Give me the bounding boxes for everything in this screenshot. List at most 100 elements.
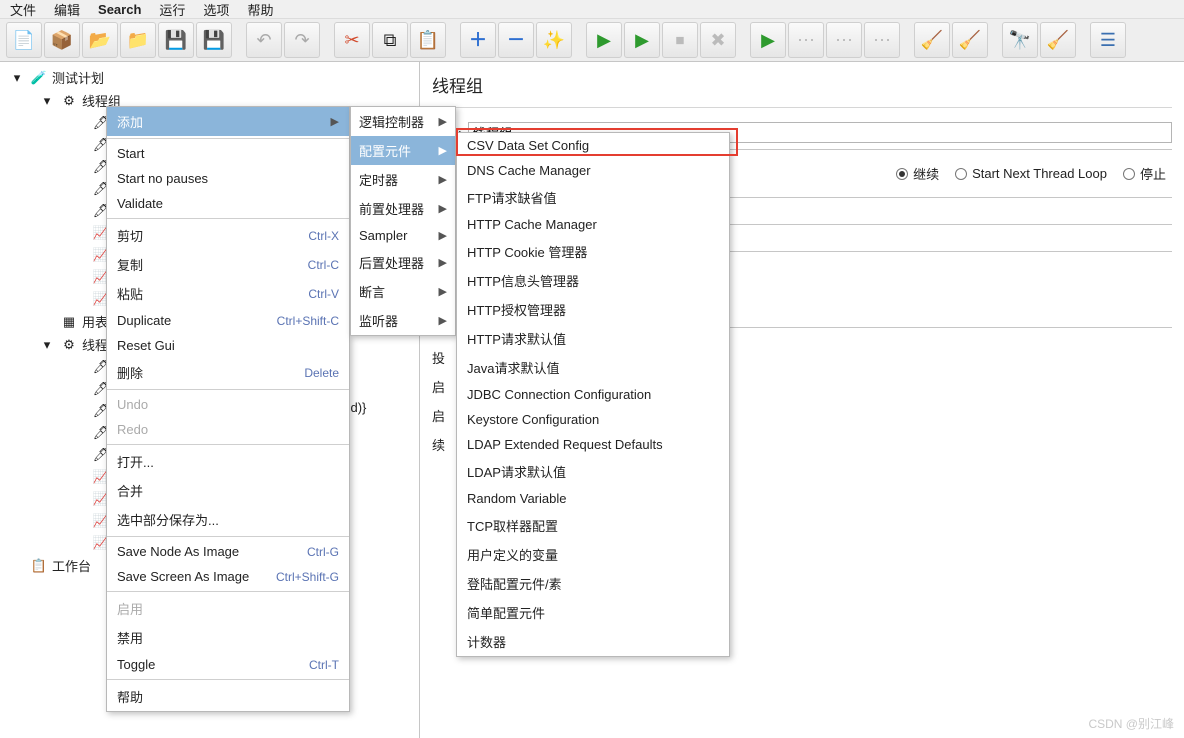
save-as-button[interactable]: 💾 [196, 22, 232, 58]
gear-icon: ⚙ [60, 336, 78, 354]
sub2-item[interactable]: JDBC Connection Configuration [457, 382, 729, 407]
sub2-item[interactable]: HTTP Cache Manager [457, 212, 729, 237]
remote-shutdown-button[interactable]: ⋯ [864, 22, 900, 58]
sub1-assert[interactable]: 断言▶ [351, 277, 455, 306]
ctx-cut[interactable]: 剪切Ctrl-X [107, 221, 349, 250]
sub1-pre[interactable]: 前置处理器▶ [351, 194, 455, 223]
ctx-help[interactable]: 帮助 [107, 682, 349, 711]
menu-run[interactable]: 运行 [159, 0, 185, 19]
remove-button[interactable]: － [498, 22, 534, 58]
function-helper-button[interactable]: 🧹 [1040, 22, 1076, 58]
chevron-right-icon: ▶ [331, 115, 339, 128]
folder-close-icon: 📁 [127, 31, 149, 49]
cut-button[interactable]: ✂ [334, 22, 370, 58]
sub2-item[interactable]: HTTP授权管理器 [457, 295, 729, 324]
sub1-sampler[interactable]: Sampler▶ [351, 223, 455, 248]
context-menu: 添加▶ Start Start no pauses Validate 剪切Ctr… [106, 106, 350, 712]
expand-icon[interactable]: ▾ [8, 69, 26, 87]
tree-root-label: 测试计划 [52, 68, 104, 87]
remote-start-button[interactable]: ▶ [750, 22, 786, 58]
ctx-delete[interactable]: 删除Delete [107, 358, 349, 387]
sub2-item[interactable]: 登陆配置元件/素 [457, 569, 729, 598]
close-button[interactable]: 📁 [120, 22, 156, 58]
clear-button[interactable]: 🧹 [914, 22, 950, 58]
templates-button[interactable]: 📦 [44, 22, 80, 58]
ctx-add[interactable]: 添加▶ [107, 107, 349, 136]
sub1-config[interactable]: 配置元件▶ [351, 136, 455, 165]
menu-help[interactable]: 帮助 [247, 0, 273, 19]
help-button[interactable]: ☰ [1090, 22, 1126, 58]
add-button[interactable]: ＋ [460, 22, 496, 58]
ctx-redo[interactable]: Redo [107, 417, 349, 442]
sub2-item[interactable]: HTTP信息头管理器 [457, 266, 729, 295]
folder-open-icon: 📂 [89, 31, 111, 49]
sub1-timer[interactable]: 定时器▶ [351, 165, 455, 194]
sub2-item[interactable]: 计数器 [457, 627, 729, 656]
radio-stop[interactable]: 停止 [1123, 164, 1166, 183]
tree-root[interactable]: ▾ 🧪 测试计划 [8, 66, 419, 89]
ctx-validate[interactable]: Validate [107, 191, 349, 216]
open-button[interactable]: 📂 [82, 22, 118, 58]
copy-button[interactable]: ⧉ [372, 22, 408, 58]
sub2-item[interactable]: CSV Data Set Config [457, 133, 729, 158]
sub2-item[interactable]: 简单配置元件 [457, 598, 729, 627]
undo-button[interactable]: ↶ [246, 22, 282, 58]
stop-button[interactable]: ⏹ [662, 22, 698, 58]
sub2-item[interactable]: FTP请求缺省值 [457, 183, 729, 212]
ctx-duplicate[interactable]: DuplicateCtrl+Shift-C [107, 308, 349, 333]
ctx-save-screen[interactable]: Save Screen As ImageCtrl+Shift-G [107, 564, 349, 589]
sub1-post[interactable]: 后置处理器▶ [351, 248, 455, 277]
clear-all-button[interactable]: 🧹 [952, 22, 988, 58]
sub1-listener[interactable]: 监听器▶ [351, 306, 455, 335]
shutdown-icon: ✖ [710, 31, 725, 49]
sub2-item[interactable]: 用户定义的变量 [457, 540, 729, 569]
ctx-merge[interactable]: 合并 [107, 476, 349, 505]
ctx-open[interactable]: 打开... [107, 447, 349, 476]
ctx-disable[interactable]: 禁用 [107, 623, 349, 652]
menu-file[interactable]: 文件 [10, 0, 36, 19]
menu-options[interactable]: 选项 [203, 0, 229, 19]
shutdown-button[interactable]: ✖ [700, 22, 736, 58]
remote-stop-button[interactable]: ⋯ [826, 22, 862, 58]
sub2-item[interactable]: TCP取样器配置 [457, 511, 729, 540]
ctx-start-no-pauses[interactable]: Start no pauses [107, 166, 349, 191]
ctx-paste[interactable]: 粘贴Ctrl-V [107, 279, 349, 308]
watermark: CSDN @别江峰 [1088, 715, 1174, 732]
menu-search[interactable]: Search [98, 2, 141, 17]
play-next-icon: ▶ [635, 31, 649, 49]
remote-play-icon: ▶ [761, 31, 775, 49]
sub1-logic[interactable]: 逻辑控制器▶ [351, 107, 455, 136]
ctx-enable[interactable]: 启用 [107, 594, 349, 623]
redo-button[interactable]: ↷ [284, 22, 320, 58]
ctx-save-selection[interactable]: 选中部分保存为... [107, 505, 349, 534]
wand-button[interactable]: ✨ [536, 22, 572, 58]
save-button[interactable]: 💾 [158, 22, 194, 58]
add-submenu: 逻辑控制器▶ 配置元件▶ 定时器▶ 前置处理器▶ Sampler▶ 后置处理器▶… [350, 106, 456, 336]
ctx-save-node[interactable]: Save Node As ImageCtrl-G [107, 539, 349, 564]
ctx-toggle[interactable]: ToggleCtrl-T [107, 652, 349, 677]
radio-next-loop[interactable]: Start Next Thread Loop [955, 166, 1107, 181]
ctx-undo[interactable]: Undo [107, 392, 349, 417]
remote-step-button[interactable]: ⋯ [788, 22, 824, 58]
paste-button[interactable]: 📋 [410, 22, 446, 58]
run-next-button[interactable]: ▶ [624, 22, 660, 58]
expand-icon[interactable]: ▾ [38, 92, 56, 110]
ctx-reset[interactable]: Reset Gui [107, 333, 349, 358]
ctx-start[interactable]: Start [107, 141, 349, 166]
sub2-item[interactable]: HTTP请求默认值 [457, 324, 729, 353]
sub2-item[interactable]: LDAP请求默认值 [457, 457, 729, 486]
sub2-item[interactable]: Java请求默认值 [457, 353, 729, 382]
radio-continue[interactable]: 继续 [896, 164, 939, 183]
sub2-item[interactable]: Keystore Configuration [457, 407, 729, 432]
ctx-copy[interactable]: 复制Ctrl-C [107, 250, 349, 279]
run-button[interactable]: ▶ [586, 22, 622, 58]
sub2-item[interactable]: DNS Cache Manager [457, 158, 729, 183]
sub2-item[interactable]: Random Variable [457, 486, 729, 511]
chevron-right-icon: ▶ [439, 285, 447, 298]
sub2-item[interactable]: HTTP Cookie 管理器 [457, 237, 729, 266]
menu-edit[interactable]: 编辑 [54, 0, 80, 19]
new-button[interactable]: 📄 [6, 22, 42, 58]
sub2-item[interactable]: LDAP Extended Request Defaults [457, 432, 729, 457]
search-button[interactable]: 🔭 [1002, 22, 1038, 58]
expand-icon[interactable]: ▾ [38, 336, 56, 354]
